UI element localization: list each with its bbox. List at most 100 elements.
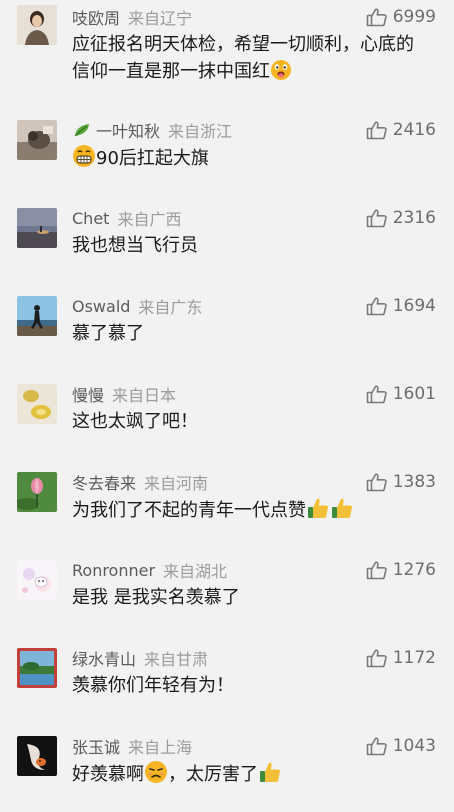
like-count: 1694 bbox=[392, 296, 436, 316]
thumbs-up-icon bbox=[366, 8, 387, 27]
comment-text: 羡慕你们年轻有为！ bbox=[72, 672, 424, 699]
name-row: Chet 来自广西 bbox=[72, 206, 181, 230]
avatar[interactable] bbox=[17, 384, 57, 424]
name-row: 绿水青山 来自甘肃 bbox=[72, 646, 208, 670]
username[interactable]: 一叶知秋 bbox=[96, 118, 160, 142]
location: 来自广西 bbox=[117, 210, 182, 229]
thumbs-up-icon bbox=[366, 561, 387, 580]
thumbs-up-icon bbox=[366, 209, 387, 228]
thumbs-up-icon bbox=[366, 649, 387, 668]
avatar[interactable] bbox=[17, 736, 57, 776]
comment-text-part: 应征报名明天体检，希望一切顺利，心底的信仰一直是那一抹中国红 bbox=[72, 34, 414, 82]
username[interactable]: Chet bbox=[72, 209, 109, 228]
comment-text-part: 慕了慕了 bbox=[72, 323, 144, 344]
comment-item: 绿水青山 来自甘肃 1172 羡慕你们年轻有为！ bbox=[0, 646, 454, 734]
name-row: 慢慢 来自日本 bbox=[72, 382, 176, 406]
username[interactable]: 吱欧周 bbox=[72, 5, 120, 29]
avatar[interactable] bbox=[17, 296, 57, 336]
like-button[interactable]: 6999 bbox=[366, 5, 436, 29]
like-count: 1601 bbox=[392, 384, 436, 404]
thumbs-up-emoji-icon bbox=[306, 496, 330, 520]
location: 来自广东 bbox=[138, 298, 203, 317]
cartoon-bunny-icon bbox=[17, 560, 57, 600]
comment-item: 一叶知秋 来自浙江 2416 90后扛起大旗 bbox=[0, 118, 454, 206]
location: 来自日本 bbox=[112, 386, 177, 405]
comment-text: 慕了慕了 bbox=[72, 320, 424, 347]
comment-item: Oswald 来自广东 1694 慕了慕了 bbox=[0, 294, 454, 382]
comment-text-part: 是我 是我实名羡慕了 bbox=[72, 587, 240, 608]
like-button[interactable]: 1043 bbox=[366, 734, 436, 758]
name-row: Oswald 来自广东 bbox=[72, 294, 202, 318]
like-count: 1276 bbox=[392, 560, 436, 580]
cat-photo-icon bbox=[17, 120, 57, 160]
like-button[interactable]: 1276 bbox=[366, 558, 436, 582]
comment-text: 90后扛起大旗 bbox=[72, 144, 424, 172]
comment-text: 好羡慕啊 ，太厉害了 bbox=[72, 760, 424, 788]
comment-item: 慢慢 来自日本 1601 这也太飒了吧！ bbox=[0, 382, 454, 470]
username[interactable]: 张玉诚 bbox=[72, 734, 120, 758]
username[interactable]: 绿水青山 bbox=[72, 646, 136, 670]
comment-text-part: ，太厉害了 bbox=[168, 764, 258, 785]
comment-text-part: 好羡慕啊 bbox=[72, 764, 144, 785]
like-count: 1383 bbox=[392, 472, 436, 492]
comment-item: 吱欧周 来自辽宁 6999 应征报名明天体检，希望一切顺利，心底的信仰一直是那一… bbox=[0, 5, 454, 93]
username[interactable]: 冬去春来 bbox=[72, 470, 136, 494]
like-button[interactable]: 2316 bbox=[366, 206, 436, 230]
avatar[interactable] bbox=[17, 648, 57, 688]
frowning-face-emoji-icon bbox=[144, 760, 168, 784]
like-button[interactable]: 1694 bbox=[366, 294, 436, 318]
like-button[interactable]: 2416 bbox=[366, 118, 436, 142]
name-row: 一叶知秋 来自浙江 bbox=[72, 118, 232, 142]
location: 来自浙江 bbox=[168, 122, 233, 141]
thumbs-up-icon bbox=[366, 385, 387, 404]
avatar[interactable] bbox=[17, 208, 57, 248]
comment-text: 这也太飒了吧！ bbox=[72, 408, 424, 435]
avatar[interactable] bbox=[17, 5, 57, 45]
like-count: 2416 bbox=[392, 120, 436, 140]
location: 来自湖北 bbox=[163, 562, 228, 581]
like-button[interactable]: 1383 bbox=[366, 470, 436, 494]
comment-item: 冬去春来 来自河南 1383 为我们了不起的青年一代点赞 bbox=[0, 470, 454, 558]
name-row: 张玉诚 来自上海 bbox=[72, 734, 192, 758]
thumbs-up-emoji-icon bbox=[258, 760, 282, 784]
goldfish-dark-icon bbox=[17, 736, 57, 776]
thumbs-up-emoji-icon bbox=[330, 496, 354, 520]
comment-item: Ronronner 来自湖北 1276 是我 是我实名羡慕了 bbox=[0, 558, 454, 646]
lotus-bud-icon bbox=[17, 472, 57, 512]
location: 来自上海 bbox=[128, 738, 193, 757]
thumbs-up-icon bbox=[366, 473, 387, 492]
username[interactable]: 慢慢 bbox=[72, 382, 104, 406]
comment-text-part: 90后扛起大旗 bbox=[96, 148, 209, 169]
comment-item: Chet 来自广西 2316 我也想当飞行员 bbox=[0, 206, 454, 294]
avatar[interactable] bbox=[17, 472, 57, 512]
like-count: 1043 bbox=[392, 736, 436, 756]
username[interactable]: Ronronner bbox=[72, 561, 155, 580]
like-button[interactable]: 1601 bbox=[366, 382, 436, 406]
like-button[interactable]: 1172 bbox=[366, 646, 436, 670]
tongue-out-face-emoji-icon bbox=[270, 59, 292, 81]
thumbs-up-icon bbox=[366, 121, 387, 140]
comment-text: 是我 是我实名羡慕了 bbox=[72, 584, 424, 611]
location: 来自甘肃 bbox=[144, 650, 209, 669]
thumbs-up-icon bbox=[366, 737, 387, 756]
name-row: Ronronner 来自湖北 bbox=[72, 558, 227, 582]
username[interactable]: Oswald bbox=[72, 297, 130, 316]
comment-item: 张玉诚 来自上海 1043 好羡慕啊 ，太厉害了 bbox=[0, 734, 454, 812]
comment-list: 吱欧周 来自辽宁 6999 应征报名明天体检，希望一切顺利，心底的信仰一直是那一… bbox=[0, 0, 454, 812]
name-row: 冬去春来 来自河南 bbox=[72, 470, 208, 494]
thumbs-up-icon bbox=[366, 297, 387, 316]
name-row: 吱欧周 来自辽宁 bbox=[72, 5, 192, 29]
grinning-face-emoji-icon bbox=[72, 144, 96, 168]
like-count: 1172 bbox=[392, 648, 436, 668]
comment-text-part: 我也想当飞行员 bbox=[72, 235, 198, 256]
avatar[interactable] bbox=[17, 120, 57, 160]
comment-text: 应征报名明天体检，希望一切顺利，心底的信仰一直是那一抹中国红 bbox=[72, 31, 424, 85]
comment-text: 为我们了不起的青年一代点赞 bbox=[72, 496, 424, 524]
dusk-landscape-icon bbox=[17, 208, 57, 248]
comment-text-part: 这也太飒了吧！ bbox=[72, 411, 198, 432]
avatar[interactable] bbox=[17, 560, 57, 600]
location: 来自辽宁 bbox=[128, 9, 193, 28]
leaf-icon bbox=[72, 122, 92, 138]
comment-text-part: 为我们了不起的青年一代点赞 bbox=[72, 500, 306, 521]
person-silhouette-sky-icon bbox=[17, 296, 57, 336]
